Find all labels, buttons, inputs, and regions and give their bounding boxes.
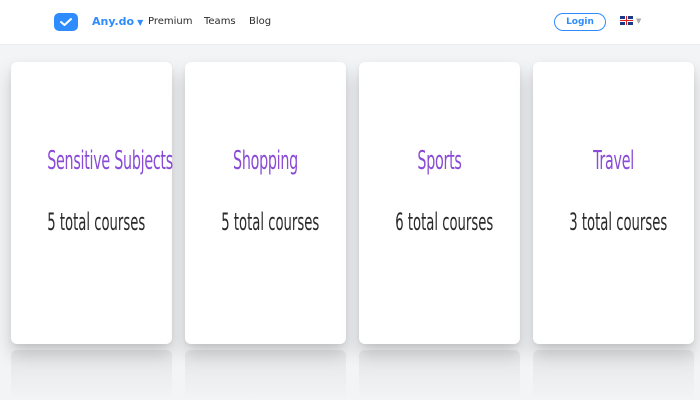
page: Any.do ▼ Premium Teams Blog Login ▼ Sens… [0, 0, 700, 400]
card-title: Travel [593, 146, 634, 176]
card-shadow-reflection [11, 350, 172, 400]
course-card-travel[interactable]: Travel 3 total courses [533, 62, 694, 344]
nav-link-teams[interactable]: Teams [204, 16, 236, 27]
anydo-logo[interactable] [54, 13, 78, 31]
nav-link-premium[interactable]: Premium [148, 16, 193, 27]
brand-menu[interactable]: Any.do ▼ [92, 15, 143, 28]
card-title: Sports [417, 146, 462, 176]
card-course-count: 5 total courses [47, 208, 146, 236]
nav-link-blog[interactable]: Blog [249, 16, 271, 27]
card-shadow-reflection [359, 350, 520, 400]
card-course-count: 6 total courses [395, 208, 494, 236]
card-course-count: 5 total courses [221, 208, 320, 236]
top-navbar: Any.do ▼ Premium Teams Blog Login ▼ [0, 0, 700, 45]
course-card-shopping[interactable]: Shopping 5 total courses [185, 62, 346, 344]
login-button[interactable]: Login [554, 13, 606, 31]
card-shadow-reflection [533, 350, 694, 400]
chevron-down-icon: ▼ [137, 18, 144, 27]
chevron-down-icon: ▼ [636, 16, 642, 25]
card-title: Sensitive Subjects [47, 146, 173, 176]
checkmark-icon [60, 18, 72, 26]
course-card-sports[interactable]: Sports 6 total courses [359, 62, 520, 344]
card-shadow-reflection [185, 350, 346, 400]
brand-label: Any.do [92, 15, 135, 28]
card-course-count: 3 total courses [569, 208, 668, 236]
course-card-sensitive-subjects[interactable]: Sensitive Subjects 5 total courses [11, 62, 173, 344]
language-selector[interactable]: ▼ [620, 16, 641, 25]
uk-flag-icon [620, 16, 633, 25]
card-title: Shopping [233, 146, 298, 176]
